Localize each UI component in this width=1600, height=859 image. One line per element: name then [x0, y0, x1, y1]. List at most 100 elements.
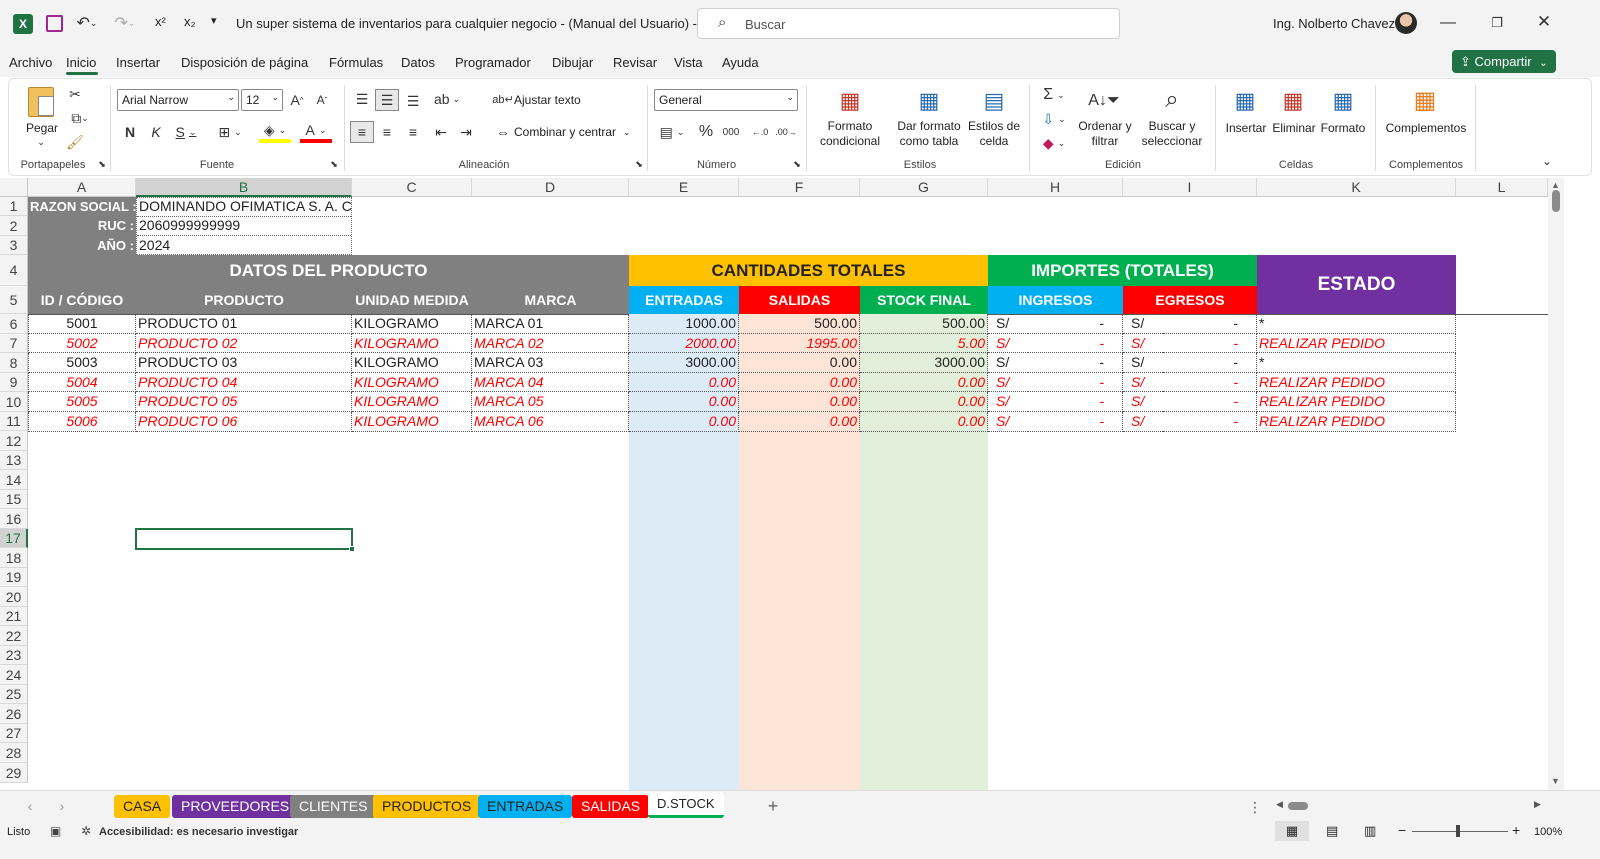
cell-marca[interactable]: MARCA 01 [472, 314, 629, 334]
undo-icon[interactable]: ↶ ⌄ [72, 13, 102, 33]
column-header-c[interactable]: C [352, 178, 472, 197]
increase-decimal-icon[interactable]: ←.0 [749, 122, 771, 142]
cell-estado[interactable]: * [1257, 353, 1456, 373]
delete-cells-button[interactable]: Eliminar [1271, 121, 1317, 136]
cell-egresos-currency[interactable]: S/ [1123, 353, 1163, 373]
zoom-out-icon[interactable]: − [1398, 822, 1406, 838]
select-all-corner[interactable] [0, 178, 28, 197]
cell-egresos-value[interactable]: - [1163, 314, 1257, 334]
percent-icon[interactable]: % [696, 122, 716, 142]
delete-cells-icon[interactable]: ▦ [1277, 87, 1309, 115]
column-header-e[interactable]: E [629, 178, 739, 197]
cell-entradas[interactable]: 0.00 [629, 392, 739, 412]
cell-ingresos-currency[interactable]: S/ [988, 412, 1028, 432]
align-bottom-icon[interactable]: ☰ [403, 91, 423, 111]
cell-ingresos-currency[interactable]: S/ [988, 373, 1028, 392]
conditional-format-icon[interactable]: ▦ [835, 87, 865, 115]
row-header[interactable]: 13 [0, 451, 28, 470]
cell-entradas[interactable]: 2000.00 [629, 334, 739, 353]
dialog-launcher-icon[interactable]: ⬊ [792, 159, 802, 169]
row-header[interactable]: 10 [0, 392, 28, 412]
clear-icon[interactable]: ◆ ⌄ [1037, 133, 1071, 153]
collapse-ribbon-icon[interactable]: ⌄ [1539, 153, 1555, 169]
align-right-icon[interactable]: ≡ [403, 121, 423, 143]
align-left-icon[interactable]: ≡ [350, 121, 374, 143]
tab-salidas[interactable]: SALIDAS [572, 795, 650, 818]
scroll-right-icon[interactable]: ▶ [1534, 799, 1541, 810]
format-cells-icon[interactable]: ▦ [1327, 87, 1359, 115]
borders-icon[interactable]: ⊞ ⌄ [214, 123, 246, 141]
cell-producto[interactable]: PRODUCTO 04 [136, 373, 352, 392]
menu-programador[interactable]: Programador [455, 55, 531, 70]
save-icon[interactable] [46, 15, 63, 32]
decrease-indent-icon[interactable]: ⇤ [431, 121, 451, 143]
tab-scroll-right-icon[interactable]: › [54, 797, 70, 815]
cell-unidad[interactable]: KILOGRAMO [352, 314, 472, 334]
header-importes-totales[interactable]: IMPORTES (TOTALES) [988, 255, 1257, 286]
cell-salidas[interactable]: 0.00 [739, 412, 860, 432]
row-header[interactable]: 25 [0, 685, 28, 704]
vertical-scrollbar[interactable]: ▲ ▼ [1548, 178, 1564, 790]
cell-marca[interactable]: MARCA 02 [472, 334, 629, 353]
menu-archivo[interactable]: Archivo [9, 55, 52, 70]
restore-icon[interactable]: ❐ [1485, 12, 1509, 34]
macro-record-icon[interactable]: ▣ [50, 824, 61, 838]
cell-producto[interactable]: PRODUCTO 03 [136, 353, 352, 373]
header-stock-final[interactable]: STOCK FINAL [860, 286, 988, 314]
row-header[interactable]: 24 [0, 665, 28, 685]
find-select-label-1[interactable]: Buscar y [1135, 119, 1209, 134]
ano-label[interactable]: AÑO : [28, 236, 136, 255]
selected-cell[interactable] [135, 528, 353, 550]
cell-entradas[interactable]: 0.00 [629, 373, 739, 392]
chevron-down-icon[interactable]: ⌄ [623, 125, 631, 140]
search-input[interactable]: Buscar [745, 17, 785, 32]
horizontal-scrollbar[interactable]: ◀ ▶ [1276, 799, 1544, 813]
cell-marca[interactable]: MARCA 03 [472, 353, 629, 373]
increase-indent-icon[interactable]: ⇥ [456, 121, 476, 143]
decrease-decimal-icon[interactable]: .00→ [775, 122, 797, 142]
row-header[interactable]: 18 [0, 548, 28, 568]
dialog-launcher-icon[interactable]: ⬊ [634, 159, 644, 169]
zoom-level[interactable]: 100% [1534, 826, 1562, 838]
zoom-slider-thumb[interactable] [1456, 825, 1460, 837]
row-header[interactable]: 1 [0, 197, 28, 216]
cell-ingresos-value[interactable]: - [1028, 314, 1123, 334]
decrease-font-icon[interactable]: Aˇ [313, 90, 331, 110]
header-salidas[interactable]: SALIDAS [739, 286, 860, 314]
accessibility-status[interactable]: Accesibilidad: es necesario investigar [99, 826, 298, 838]
row-header[interactable]: 20 [0, 587, 28, 607]
menu-dibujar[interactable]: Dibujar [552, 55, 593, 70]
close-icon[interactable]: ✕ [1532, 11, 1556, 33]
row-header[interactable]: 15 [0, 490, 28, 509]
column-header-d[interactable]: D [472, 178, 629, 197]
scroll-left-icon[interactable]: ◀ [1276, 799, 1283, 810]
row-header[interactable]: 19 [0, 568, 28, 587]
header-datos-producto[interactable]: DATOS DEL PRODUCTO [28, 255, 629, 286]
autosum-icon[interactable]: Σ ⌄ [1037, 85, 1071, 105]
menu-revisar[interactable]: Revisar [613, 55, 657, 70]
menu-datos[interactable]: Datos [401, 55, 435, 70]
menu-ayuda[interactable]: Ayuda [722, 55, 759, 70]
cell-ingresos-value[interactable]: - [1028, 392, 1123, 412]
cell-entradas[interactable]: 0.00 [629, 412, 739, 432]
row-header[interactable]: 16 [0, 509, 28, 529]
menu-disposicion[interactable]: Disposición de página [181, 55, 308, 70]
cell-producto[interactable]: PRODUCTO 06 [136, 412, 352, 432]
cell-ingresos-currency[interactable]: S/ [988, 353, 1028, 373]
number-format-dropdown[interactable]: General ⌄ [654, 89, 798, 111]
page-layout-icon[interactable]: ▤ [1326, 823, 1338, 839]
superscript-button[interactable]: x² [155, 14, 166, 29]
cell-estado[interactable]: REALIZAR PEDIDO [1257, 373, 1456, 392]
dialog-launcher-icon[interactable]: ⬊ [329, 159, 339, 169]
column-header-f[interactable]: F [739, 178, 860, 197]
tab-scroll-left-icon[interactable]: ‹ [22, 797, 38, 815]
cell-styles-label-1[interactable]: Estilos de [964, 119, 1024, 134]
cell-salidas[interactable]: 0.00 [739, 353, 860, 373]
cell-id[interactable]: 5005 [28, 392, 136, 412]
cell-producto[interactable]: PRODUCTO 01 [136, 314, 352, 334]
cell-entradas[interactable]: 1000.00 [629, 314, 739, 334]
row-header[interactable]: 5 [0, 286, 28, 314]
row-header[interactable]: 27 [0, 724, 28, 743]
column-header-h[interactable]: H [988, 178, 1123, 197]
format-table-label-2[interactable]: como tabla [891, 134, 967, 149]
